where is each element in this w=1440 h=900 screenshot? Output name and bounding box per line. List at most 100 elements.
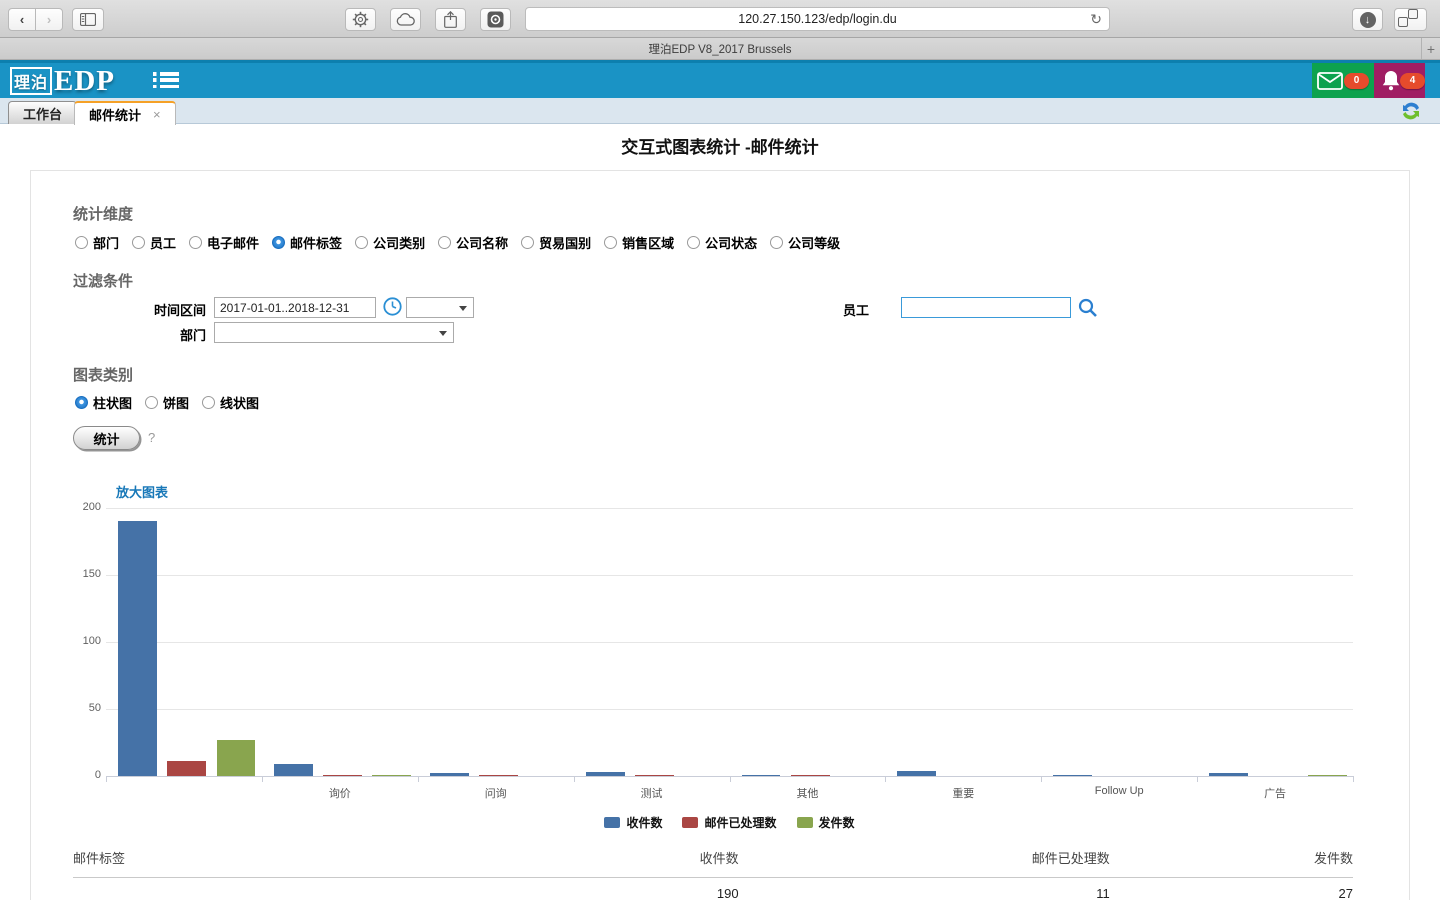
dimension-radio-4[interactable]: [355, 236, 368, 249]
x-tick: [1353, 777, 1354, 782]
filter-heading: 过滤条件: [73, 270, 133, 291]
stats-table-header: 邮件标签收件数邮件已处理数发件数: [73, 844, 1353, 878]
legend-item[interactable]: 邮件已处理数: [682, 814, 776, 831]
x-tick: [730, 777, 731, 782]
table-cell: 27: [1110, 878, 1353, 900]
dimension-radio-1[interactable]: [132, 236, 145, 249]
envelope-icon: [1317, 72, 1343, 90]
enlarge-chart-link[interactable]: 放大图表: [116, 482, 168, 501]
time-unit-select[interactable]: [406, 297, 474, 318]
tab-workbench[interactable]: 工作台: [8, 101, 77, 124]
search-icon[interactable]: [1078, 298, 1098, 318]
chart-type-radio-2[interactable]: [202, 396, 215, 409]
app-logo[interactable]: 理泊 EDP: [10, 67, 115, 95]
table-row[interactable]: 1901127: [73, 878, 1353, 900]
cloud-icon: [396, 13, 415, 26]
chart-type-label-1[interactable]: 饼图: [163, 393, 189, 412]
tab-mail-stats-label: 邮件统计: [89, 105, 141, 124]
dimension-radio-7[interactable]: [604, 236, 617, 249]
url-text: 120.27.150.123/edp/login.du: [738, 12, 896, 26]
download-icon: ↓: [1360, 12, 1376, 28]
dimension-label-3[interactable]: 邮件标签: [290, 233, 342, 252]
browser-toolbar: ‹ ›: [0, 0, 1440, 38]
bar-发件数-0[interactable]: [217, 740, 256, 776]
gridline: [106, 575, 1353, 576]
browser-tab-title[interactable]: 理泊EDP V8_2017 Brussels: [649, 41, 792, 57]
dimension-label-2[interactable]: 电子邮件: [207, 233, 259, 252]
icloud-button[interactable]: [390, 8, 421, 31]
dimension-label-9[interactable]: 公司等级: [788, 233, 840, 252]
mail-badge: 0: [1344, 73, 1369, 89]
new-tab-button[interactable]: +: [1421, 38, 1440, 59]
dimension-label-7[interactable]: 销售区域: [622, 233, 674, 252]
chart-type-label-0[interactable]: 柱状图: [93, 393, 132, 412]
alert-notification-tile[interactable]: 4: [1374, 63, 1425, 98]
back-button[interactable]: ‹: [8, 8, 36, 31]
stats-table-body: 1901127: [73, 878, 1353, 900]
x-tick: [574, 777, 575, 782]
dimension-label-1[interactable]: 员工: [150, 233, 176, 252]
dimension-radio-5[interactable]: [438, 236, 451, 249]
legend-swatch: [682, 817, 698, 828]
dimension-label-8[interactable]: 公司状态: [705, 233, 757, 252]
downloads-button[interactable]: ↓: [1352, 8, 1383, 31]
x-tick: [1197, 777, 1198, 782]
x-category-label: 其他: [730, 785, 886, 801]
dimension-label-5[interactable]: 公司名称: [456, 233, 508, 252]
extension-button[interactable]: [480, 8, 511, 31]
dimension-radio-9[interactable]: [770, 236, 783, 249]
logo-cn-text: 理泊: [10, 67, 52, 95]
legend-item[interactable]: 收件数: [604, 814, 662, 831]
dimension-label-4[interactable]: 公司类别: [373, 233, 425, 252]
legend-item[interactable]: 发件数: [797, 814, 855, 831]
tab-overview-button[interactable]: [1394, 8, 1427, 31]
address-bar[interactable]: 120.27.150.123/edp/login.du ↻: [525, 7, 1110, 31]
dimension-label-0[interactable]: 部门: [93, 233, 119, 252]
bar-收件数-1[interactable]: [274, 764, 313, 776]
help-icon[interactable]: ?: [148, 430, 155, 445]
gridline: [106, 709, 1353, 710]
statistics-button[interactable]: 统计: [73, 426, 140, 450]
y-tick-label: 100: [61, 635, 101, 647]
close-tab-icon[interactable]: ×: [153, 107, 161, 122]
bar-邮件已处理数-0[interactable]: [167, 761, 206, 776]
dimension-radio-8[interactable]: [687, 236, 700, 249]
reload-icon[interactable]: ↻: [1090, 11, 1102, 28]
share-button[interactable]: [435, 8, 466, 31]
y-tick-label: 150: [61, 568, 101, 580]
bell-icon: [1381, 70, 1401, 91]
x-category-label: 测试: [574, 785, 730, 801]
x-category-label: 问询: [418, 785, 574, 801]
dimension-radio-6[interactable]: [521, 236, 534, 249]
chart-type-radio-group: 柱状图 饼图 线状图: [75, 393, 272, 412]
time-range-input[interactable]: [214, 297, 376, 318]
dimension-radio-3[interactable]: [272, 236, 285, 249]
forward-button[interactable]: ›: [35, 8, 63, 31]
table-cell: 11: [739, 878, 1110, 900]
page-title: 交互式图表统计 -邮件统计: [0, 133, 1440, 158]
employee-search-input[interactable]: [901, 297, 1071, 318]
dimension-radio-0[interactable]: [75, 236, 88, 249]
tab-mail-stats[interactable]: 邮件统计 ×: [74, 101, 176, 125]
department-select[interactable]: [214, 322, 454, 343]
x-category-label: 询价: [262, 785, 418, 801]
legend-swatch: [604, 817, 620, 828]
refresh-sync-icon[interactable]: [1400, 100, 1422, 122]
dimension-radio-2[interactable]: [189, 236, 202, 249]
settings-button[interactable]: [345, 8, 376, 31]
chart-type-label-2[interactable]: 线状图: [220, 393, 259, 412]
browser-tab-bar: 理泊EDP V8_2017 Brussels +: [0, 38, 1440, 60]
x-category-label: 广告: [1197, 785, 1353, 801]
chart-type-radio-1[interactable]: [145, 396, 158, 409]
clock-icon[interactable]: [383, 297, 402, 316]
menu-icon[interactable]: [153, 72, 179, 91]
table-header-cell: 邮件标签: [73, 844, 457, 878]
dimension-label-6[interactable]: 贸易国别: [539, 233, 591, 252]
chart-type-heading: 图表类别: [73, 364, 133, 385]
employee-label: 员工: [811, 300, 869, 319]
chart-type-radio-0[interactable]: [75, 396, 88, 409]
x-tick: [885, 777, 886, 782]
bar-收件数-0[interactable]: [118, 521, 157, 776]
sidebar-button[interactable]: [72, 8, 104, 31]
mail-notification-tile[interactable]: 0: [1312, 63, 1374, 98]
